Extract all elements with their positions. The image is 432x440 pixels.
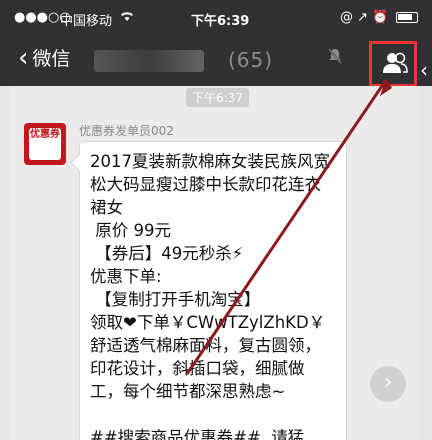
phone-screen: ●●●○○ 中国移动 下午6:39 @ ↗ ⏰ ‹ 微信 (65) ‹ 下午6:… [0, 0, 432, 440]
annotation-arrow [185, 78, 392, 375]
